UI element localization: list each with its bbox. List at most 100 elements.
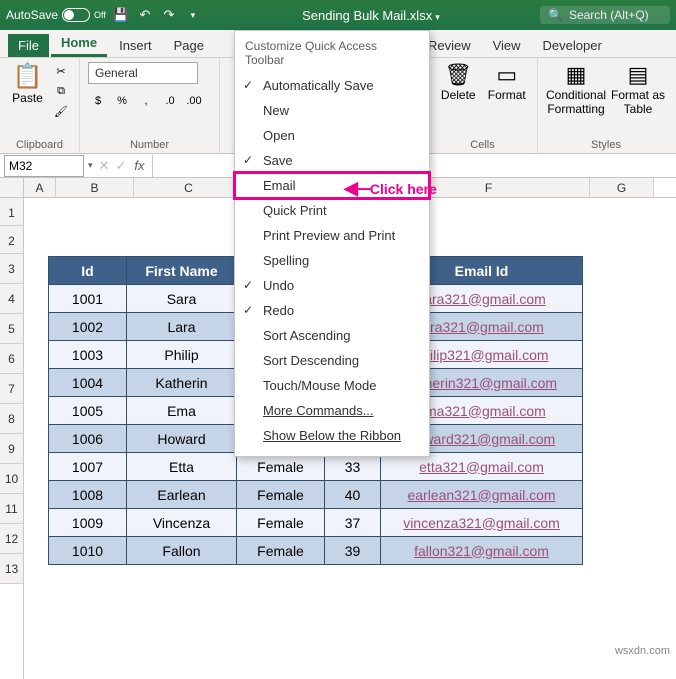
cell-email[interactable]: fallon321@gmail.com [381, 537, 583, 565]
cell-gender[interactable]: Female [237, 537, 325, 565]
redo-icon[interactable]: ↷ [160, 6, 178, 24]
menu-item-automatically-save[interactable]: Automatically Save [235, 73, 429, 98]
percent-icon[interactable]: % [112, 92, 132, 110]
autosave-toggle[interactable]: AutoSave Off [6, 8, 106, 22]
menu-item-undo[interactable]: Undo [235, 273, 429, 298]
fx-icon[interactable]: fx [126, 158, 152, 173]
number-format-select[interactable]: General [88, 62, 198, 84]
cell-first[interactable]: Philip [127, 341, 237, 369]
email-link[interactable]: philip321@gmail.com [414, 347, 548, 363]
row-header-4[interactable]: 4 [0, 284, 23, 314]
row-header-12[interactable]: 12 [0, 524, 23, 554]
tab-file[interactable]: File [8, 34, 49, 57]
format-as-table-button[interactable]: ▤Format asTable [610, 62, 666, 116]
email-link[interactable]: earlean321@gmail.com [407, 487, 555, 503]
row-header-9[interactable]: 9 [0, 434, 23, 464]
cell-first[interactable]: Sara [127, 285, 237, 313]
menu-item-redo[interactable]: Redo [235, 298, 429, 323]
cell-first[interactable]: Fallon [127, 537, 237, 565]
chevron-down-icon[interactable]: ▾ [435, 12, 440, 22]
cell-email[interactable]: earlean321@gmail.com [381, 481, 583, 509]
col-header-B[interactable]: B [56, 178, 134, 197]
col-header-C[interactable]: C [134, 178, 244, 197]
row-header-10[interactable]: 10 [0, 464, 23, 494]
search-input[interactable]: 🔍 Search (Alt+Q) [540, 6, 670, 24]
col-header-A[interactable]: A [24, 178, 56, 197]
cell-first[interactable]: Katherin [127, 369, 237, 397]
cell-first[interactable]: Vincenza [127, 509, 237, 537]
tab-insert[interactable]: Insert [109, 34, 162, 57]
menu-item-save[interactable]: Save [235, 148, 429, 173]
cell-first[interactable]: Ema [127, 397, 237, 425]
email-link[interactable]: lara321@gmail.com [419, 319, 544, 335]
cell-first[interactable]: Howard [127, 425, 237, 453]
delete-button[interactable]: 🗑Delete [436, 62, 481, 102]
select-all-corner[interactable] [0, 178, 24, 198]
row-header-5[interactable]: 5 [0, 314, 23, 344]
col-header-G[interactable]: G [590, 178, 654, 197]
tab-home[interactable]: Home [51, 31, 107, 57]
row-header-6[interactable]: 6 [0, 344, 23, 374]
tab-view[interactable]: View [483, 34, 531, 57]
email-link[interactable]: fallon321@gmail.com [414, 543, 549, 559]
cell-age[interactable]: 39 [325, 537, 381, 565]
menu-item-sort-descending[interactable]: Sort Descending [235, 348, 429, 373]
row-header-11[interactable]: 11 [0, 494, 23, 524]
menu-item-print-preview-and-print[interactable]: Print Preview and Print [235, 223, 429, 248]
row-header-1[interactable]: 1 [0, 198, 23, 226]
row-header-13[interactable]: 13 [0, 554, 23, 584]
enter-icon[interactable]: ✓ [115, 158, 126, 174]
comma-icon[interactable]: , [136, 92, 156, 110]
row-header-3[interactable]: 3 [0, 254, 23, 284]
name-box[interactable]: M32 [4, 155, 84, 177]
cell-gender[interactable]: Female [237, 481, 325, 509]
tab-developer[interactable]: Developer [533, 34, 612, 57]
paste-button[interactable]: 📋 Paste [8, 62, 47, 105]
toggle-off-icon[interactable] [62, 8, 90, 22]
row-header-2[interactable]: 2 [0, 226, 23, 254]
cell-id[interactable]: 1003 [49, 341, 127, 369]
increase-decimal-icon[interactable]: .0 [160, 92, 180, 110]
cell-id[interactable]: 1004 [49, 369, 127, 397]
cell-id[interactable]: 1008 [49, 481, 127, 509]
qat-dropdown-icon[interactable]: ▾ [184, 6, 202, 24]
menu-item-show-below-the-ribbon[interactable]: Show Below the Ribbon [235, 423, 429, 448]
conditional-formatting-button[interactable]: ▦ConditionalFormatting [546, 62, 606, 116]
cell-age[interactable]: 40 [325, 481, 381, 509]
cut-icon[interactable]: ✂ [51, 62, 71, 80]
email-link[interactable]: etta321@gmail.com [419, 459, 544, 475]
email-link[interactable]: vincenza321@gmail.com [403, 515, 560, 531]
cell-id[interactable]: 1006 [49, 425, 127, 453]
cell-id[interactable]: 1002 [49, 313, 127, 341]
cell-age[interactable]: 37 [325, 509, 381, 537]
cell-gender[interactable]: Female [237, 509, 325, 537]
currency-icon[interactable]: $ [88, 92, 108, 110]
row-header-8[interactable]: 8 [0, 404, 23, 434]
cell-first[interactable]: Etta [127, 453, 237, 481]
cancel-icon[interactable]: ✕ [93, 158, 116, 174]
menu-item-sort-ascending[interactable]: Sort Ascending [235, 323, 429, 348]
undo-icon[interactable]: ↶ [136, 6, 154, 24]
cell-email[interactable]: vincenza321@gmail.com [381, 509, 583, 537]
menu-item-open[interactable]: Open [235, 123, 429, 148]
tab-page[interactable]: Page [164, 34, 214, 57]
format-button[interactable]: ▭Format [485, 62, 530, 102]
format-painter-icon[interactable]: 🖌 [51, 102, 71, 120]
cell-first[interactable]: Lara [127, 313, 237, 341]
menu-item-spelling[interactable]: Spelling [235, 248, 429, 273]
save-icon[interactable]: 💾 [112, 6, 130, 24]
cell-id[interactable]: 1010 [49, 537, 127, 565]
cell-first[interactable]: Earlean [127, 481, 237, 509]
email-link[interactable]: ema321@gmail.com [417, 403, 546, 419]
row-header-7[interactable]: 7 [0, 374, 23, 404]
email-link[interactable]: sara321@gmail.com [417, 291, 546, 307]
decrease-decimal-icon[interactable]: .00 [184, 92, 204, 110]
menu-item-more-commands-[interactable]: More Commands... [235, 398, 429, 423]
menu-item-new[interactable]: New [235, 98, 429, 123]
cell-id[interactable]: 1007 [49, 453, 127, 481]
copy-icon[interactable]: ⧉ [51, 82, 71, 100]
menu-item-quick-print[interactable]: Quick Print [235, 198, 429, 223]
cell-id[interactable]: 1005 [49, 397, 127, 425]
cell-id[interactable]: 1001 [49, 285, 127, 313]
cell-id[interactable]: 1009 [49, 509, 127, 537]
